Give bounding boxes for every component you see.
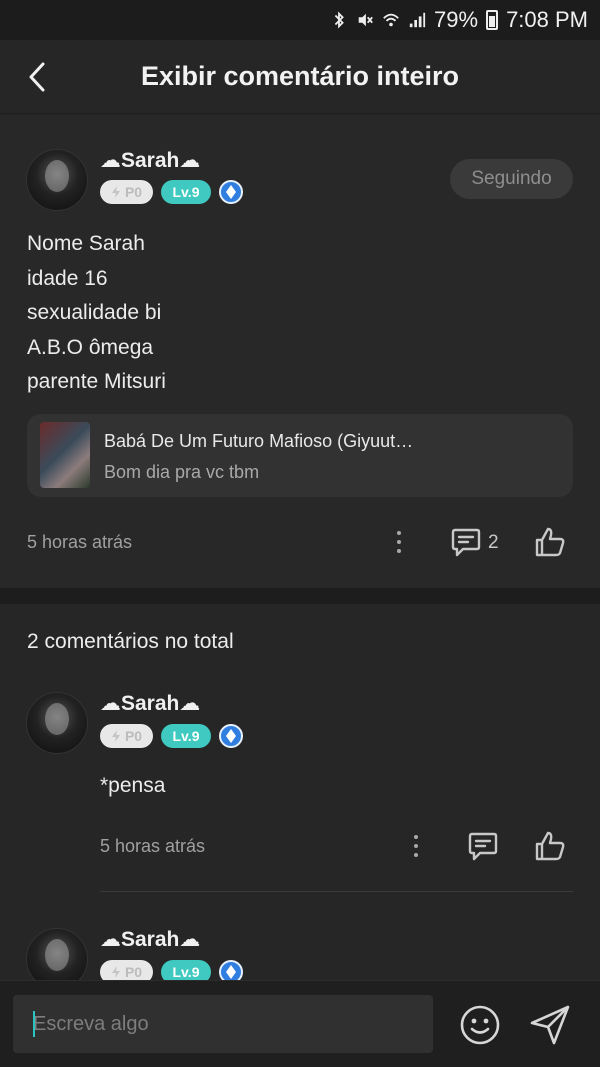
story-thumbnail [40, 422, 90, 488]
bluetooth-icon [334, 11, 344, 29]
reply-actions: 5 horas atrás [0, 824, 600, 868]
level-badge: Lv.9 [161, 960, 211, 980]
points-badge: P0 [100, 960, 153, 980]
username[interactable]: ☁Sarah☁ [100, 691, 200, 716]
comment-count: 2 [488, 532, 499, 553]
diamond-badge-icon [219, 180, 243, 204]
chevron-left-icon [29, 62, 45, 92]
reply-text: *pensa [100, 774, 166, 797]
bolt-icon [111, 186, 120, 198]
bolt-icon [111, 966, 120, 978]
post-time: 5 horas atrás [27, 532, 133, 552]
comment-composer [0, 980, 600, 1067]
avatar[interactable] [26, 928, 88, 980]
send-icon[interactable] [528, 1003, 572, 1047]
post-body: Nome Sarah idade 16 sexualidade bi A.B.O… [27, 227, 166, 400]
username[interactable]: ☁Sarah☁ [100, 927, 200, 952]
points-badge: P0 [100, 180, 153, 204]
diamond-badge-icon [219, 724, 243, 748]
post-line: Nome Sarah [27, 232, 145, 255]
comment-icon[interactable] [451, 526, 481, 558]
signal-icon [409, 12, 426, 28]
back-button[interactable] [20, 58, 54, 96]
battery-icon [486, 10, 499, 30]
username[interactable]: ☁Sarah☁ [100, 148, 200, 173]
reply-divider [100, 891, 573, 892]
linked-story-card[interactable]: Babá De Um Futuro Mafioso (Giyuut… Bom d… [27, 414, 573, 497]
comment-icon[interactable] [468, 830, 498, 862]
page-title: Exibir comentário inteiro [140, 61, 460, 91]
header: Exibir comentário inteiro [0, 40, 600, 114]
status-bar: 79% 7:08 PM [0, 0, 600, 40]
bolt-icon [111, 730, 120, 742]
story-subtitle: Bom dia pra vc tbm [104, 462, 260, 482]
replies-section: 2 comentários no total ☁Sarah☁ P0 Lv.9 *… [0, 604, 600, 980]
total-comments-label: 2 comentários no total [27, 630, 234, 653]
post-line: A.B.O ômega [27, 335, 154, 359]
user-badges: P0 Lv.9 [100, 960, 243, 980]
story-title: Babá De Um Futuro Mafioso (Giyuut… [104, 431, 414, 451]
avatar[interactable] [26, 692, 88, 754]
level-badge: Lv.9 [161, 724, 211, 748]
battery-percent: 79% [434, 7, 479, 32]
more-options-icon[interactable] [389, 527, 409, 557]
main-comment: ☁Sarah☁ P0 Lv.9 Seguindo Nome Sarah idad… [0, 115, 600, 587]
wifi-icon [383, 13, 399, 27]
like-icon[interactable] [534, 526, 566, 558]
diamond-badge-icon [219, 960, 243, 980]
mute-icon [358, 13, 373, 27]
comment-input[interactable] [13, 995, 433, 1053]
user-badges: P0 Lv.9 [100, 724, 243, 748]
more-options-icon[interactable] [406, 831, 426, 861]
reply-time: 5 horas atrás [100, 836, 206, 856]
avatar[interactable] [26, 149, 88, 211]
user-badges: P0 Lv.9 [100, 180, 243, 204]
following-button[interactable]: Seguindo [450, 159, 573, 199]
post-line: parente Mitsuri [27, 370, 166, 393]
post-line: sexualidade bi [27, 301, 162, 324]
text-cursor [33, 1011, 35, 1037]
clock: 7:08 PM [506, 7, 588, 32]
section-separator [0, 588, 600, 604]
like-icon[interactable] [534, 830, 566, 862]
level-badge: Lv.9 [161, 180, 211, 204]
points-badge: P0 [100, 724, 153, 748]
post-line: idade 16 [27, 266, 108, 290]
post-actions: 5 horas atrás 2 [0, 520, 600, 564]
emoji-icon[interactable] [458, 1003, 502, 1047]
